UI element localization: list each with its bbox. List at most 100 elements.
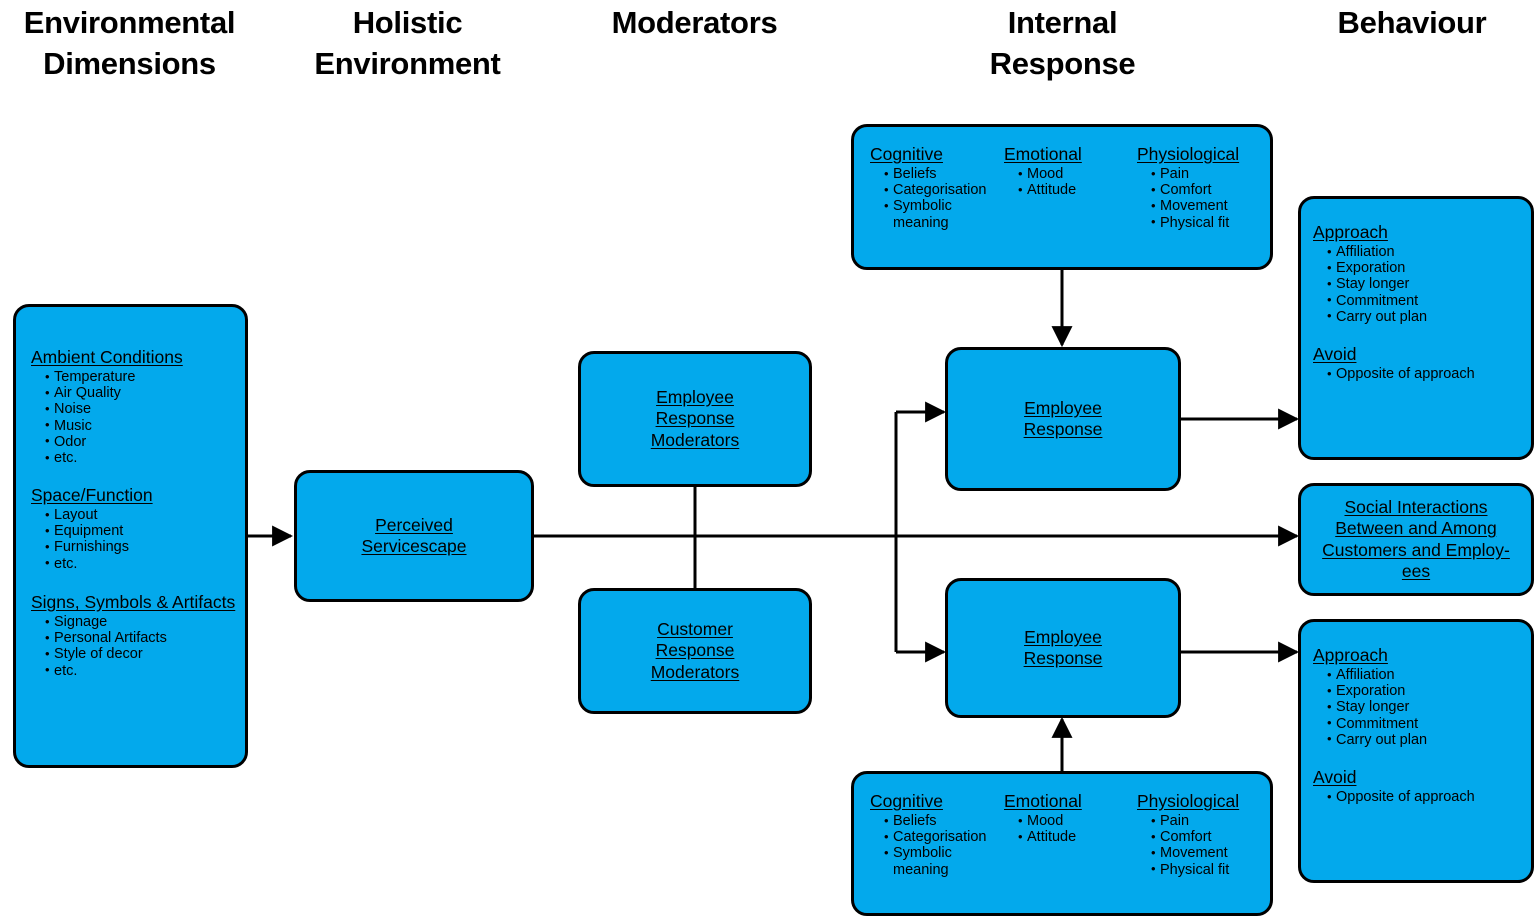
group-items: Affiliation Exporation Stay longer Commi… [1313, 666, 1427, 748]
column-header-environmental-dimensions: Environmental Dimensions [23, 5, 236, 81]
label-line: Social Interactions [1344, 496, 1488, 517]
group-items: Temperature Air Quality Noise Music Odor… [31, 368, 183, 467]
employee-response-moderators-box[interactable]: Employee Response Moderators [578, 351, 812, 487]
group-title: Emotional [1004, 791, 1082, 811]
group-items: Signage Personal Artifacts Style of deco… [31, 613, 235, 679]
group-title: Space/Function [31, 485, 153, 505]
group-title: Ambient Conditions [31, 347, 183, 367]
list-item: Equipment [45, 523, 153, 540]
list-item: Opposite of approach [1327, 788, 1475, 805]
behaviour-bottom-box[interactable]: Approach Affiliation Exporation Stay lon… [1298, 619, 1534, 883]
environmental-dimensions-box[interactable]: Ambient Conditions Temperature Air Quali… [13, 304, 248, 768]
label-line: Employee [656, 386, 734, 407]
customer-response-moderators-box[interactable]: Customer Response Moderators [578, 588, 812, 714]
list-item: Affiliation [1327, 666, 1427, 683]
customer-response-moderators-label: Customer Response Moderators [651, 619, 740, 684]
label-line: Response [1023, 419, 1103, 439]
social-interactions-label: Social Interactions Between and Among Cu… [1322, 497, 1510, 583]
list-item: Movement [1151, 198, 1239, 215]
internal-response-top-panel[interactable]: Cognitive Beliefs Categorisation Symboli… [851, 124, 1273, 270]
perceived-servicescape-box[interactable]: Perceived Servicescape [294, 470, 534, 602]
group-title: Approach [1313, 645, 1388, 665]
label-line: Customers and Employ- [1322, 539, 1510, 560]
list-item: Furnishings [45, 539, 153, 556]
list-item: Odor [45, 433, 183, 450]
label-line: Response [655, 408, 735, 429]
group-approach-bottom: Approach Affiliation Exporation Stay lon… [1313, 645, 1427, 748]
diagram-canvas: Environmental Dimensions Holistic Enviro… [0, 0, 1536, 916]
label-line: ees [1401, 561, 1431, 581]
list-item: Physical fit [1151, 214, 1239, 231]
label-line: Employee [1024, 626, 1102, 647]
list-item: Symbolic meaning [884, 198, 976, 231]
list-item: Pain [1151, 165, 1239, 182]
list-item: Style of decor [45, 646, 235, 663]
list-item: Pain [1151, 812, 1239, 829]
list-item: Comfort [1151, 182, 1239, 199]
label-line: Employee [1024, 397, 1102, 418]
group-items: Beliefs Categorisation Symbolic meaning [870, 165, 987, 231]
behaviour-top-box[interactable]: Approach Affiliation Exporation Stay lon… [1298, 196, 1534, 460]
group-items: Opposite of approach [1313, 365, 1475, 382]
behaviour-social-interactions-box[interactable]: Social Interactions Between and Among Cu… [1298, 483, 1534, 596]
list-item: Attitude [1018, 182, 1082, 199]
list-item: etc. [45, 662, 235, 679]
list-item: Air Quality [45, 385, 183, 402]
group-items: Mood Attitude [1004, 165, 1082, 199]
list-item: etc. [45, 450, 183, 467]
group-items: Affiliation Exporation Stay longer Commi… [1313, 243, 1427, 325]
list-item: Commitment [1327, 715, 1427, 732]
list-item: Beliefs [884, 165, 987, 182]
group-items: Opposite of approach [1313, 788, 1475, 805]
list-item: Categorisation [884, 829, 987, 846]
label-line: Response [655, 640, 735, 661]
group-emotional-bottom: Emotional Mood Attitude [1004, 791, 1082, 845]
list-item: Temperature [45, 368, 183, 385]
list-item: Exporation [1327, 260, 1427, 277]
list-item: Carry out plan [1327, 731, 1427, 748]
employee-response-top-label: Employee Response [1024, 398, 1103, 441]
group-title: Cognitive [870, 791, 943, 811]
list-item: Stay longer [1327, 699, 1427, 716]
employee-response-bottom-box[interactable]: Employee Response [945, 578, 1181, 718]
label-line: Perceived [375, 514, 453, 535]
column-header-behaviour: Behaviour [1337, 5, 1487, 40]
group-approach-top: Approach Affiliation Exporation Stay lon… [1313, 222, 1427, 325]
list-item: Stay longer [1327, 276, 1427, 293]
group-title: Avoid [1313, 344, 1357, 364]
list-item: Beliefs [884, 812, 987, 829]
list-item: Physical fit [1151, 861, 1239, 878]
group-items: Pain Comfort Movement Physical fit [1137, 812, 1239, 878]
group-items: Mood Attitude [1004, 812, 1082, 845]
group-title: Avoid [1313, 767, 1357, 787]
group-emotional-top: Emotional Mood Attitude [1004, 144, 1082, 198]
group-avoid-bottom: Avoid Opposite of approach [1313, 767, 1475, 805]
list-item: Categorisation [884, 182, 987, 199]
group-title: Cognitive [870, 144, 943, 164]
list-item: Music [45, 417, 183, 434]
perceived-servicescape-label: Perceived Servicescape [361, 515, 466, 558]
group-space-function: Space/Function Layout Equipment Furnishi… [31, 485, 153, 572]
group-avoid-top: Avoid Opposite of approach [1313, 344, 1475, 382]
list-item: Comfort [1151, 829, 1239, 846]
label-line: Between and Among [1335, 518, 1497, 538]
group-title: Approach [1313, 222, 1388, 242]
group-physiological-bottom: Physiological Pain Comfort Movement Phys… [1137, 791, 1239, 878]
group-title: Signs, Symbols & Artifacts [31, 592, 236, 612]
group-signs-symbols-artifacts: Signs, Symbols & Artifacts Signage Perso… [31, 592, 235, 679]
label-line: Customer [657, 618, 733, 639]
employee-response-top-box[interactable]: Employee Response [945, 347, 1181, 491]
group-physiological-top: Physiological Pain Comfort Movement Phys… [1137, 144, 1239, 231]
list-item: Noise [45, 401, 183, 418]
employee-response-bottom-label: Employee Response [1024, 627, 1103, 670]
list-item: Affiliation [1327, 243, 1427, 260]
group-ambient-conditions: Ambient Conditions Temperature Air Quali… [31, 347, 183, 466]
internal-response-bottom-panel[interactable]: Cognitive Beliefs Categorisation Symboli… [851, 771, 1273, 916]
label-line: Moderators [650, 429, 740, 450]
list-item: Mood [1018, 165, 1082, 182]
list-item: Layout [45, 506, 153, 523]
list-item: Carry out plan [1327, 308, 1427, 325]
list-item: Exporation [1327, 683, 1427, 700]
list-item: Signage [45, 613, 235, 630]
list-item: Commitment [1327, 292, 1427, 309]
